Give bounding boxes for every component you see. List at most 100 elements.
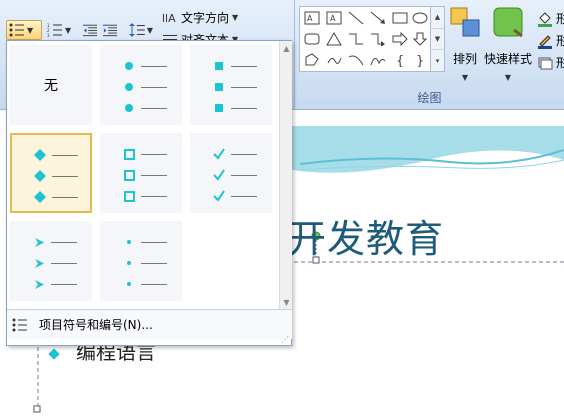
scroll-up-icon[interactable]: ▲: [431, 7, 444, 29]
hollow-square-bullet-icon: [121, 148, 137, 160]
filled-square-bullet-icon: [211, 61, 227, 71]
filled-square-bullet-icon: [211, 82, 227, 92]
bullet-style-checkmark[interactable]: [190, 133, 272, 213]
resize-grip-icon[interactable]: ⋰: [281, 335, 289, 344]
numbering-icon: 123: [47, 23, 62, 37]
right-arrow-shape-icon[interactable]: [390, 30, 410, 48]
filled-circle-bullet-icon: [121, 61, 137, 71]
svg-text:}: }: [416, 54, 424, 67]
curve-shape-icon[interactable]: [346, 51, 366, 69]
increase-indent-button[interactable]: [100, 20, 120, 40]
drawing-group-label: 绘图: [417, 91, 442, 105]
bullet-style-filled-diamond[interactable]: [10, 133, 92, 213]
shape-outline-label: 形: [556, 34, 564, 48]
vertical-text-box-icon[interactable]: A: [324, 9, 344, 27]
oval-shape-icon[interactable]: [410, 9, 430, 27]
bullet-style-arrowhead[interactable]: [10, 221, 92, 301]
checkmark-bullet-icon: [211, 148, 227, 160]
arc-shape-icon[interactable]: [368, 51, 388, 69]
chevron-down-icon[interactable]: ▼: [147, 26, 153, 35]
text-direction-button[interactable]: llA 文字方向 ▼: [162, 9, 238, 26]
shape-fill-label: 形: [556, 12, 564, 26]
chevron-down-icon: ▼: [461, 73, 469, 82]
small-dot-bullet-icon: [121, 239, 137, 245]
bullets-gallery: 无: [7, 41, 279, 309]
freeform-shape-icon[interactable]: [302, 51, 322, 69]
scroll-up-icon[interactable]: ▲: [280, 41, 293, 55]
arrange-button[interactable]: 排列 ▼: [445, 6, 485, 82]
arrange-label: 排列: [452, 52, 477, 66]
diamond-bullet-icon: [32, 170, 48, 182]
bullets-icon: [7, 318, 33, 332]
svg-text:3: 3: [47, 33, 50, 37]
bullets-icon: [9, 23, 24, 37]
bullet-none-label: 无: [44, 78, 58, 94]
numbering-button[interactable]: 123 ▼: [44, 20, 76, 40]
diamond-bullet-icon: [32, 191, 48, 203]
shape-effects-label: 形: [556, 56, 564, 70]
arrowhead-bullet-icon: [31, 237, 47, 248]
chevron-down-icon[interactable]: ▼: [27, 26, 33, 35]
scroll-down-icon[interactable]: ▼: [280, 295, 293, 309]
elbow-connector-icon[interactable]: [346, 30, 366, 48]
bullets-and-numbering-menu-item[interactable]: 项目符号和编号(N)...: [7, 309, 292, 339]
right-brace-icon[interactable]: }: [410, 51, 430, 69]
arrowhead-bullet-icon: [31, 258, 47, 269]
triangle-shape-icon[interactable]: [324, 30, 344, 48]
diamond-bullet-icon: [32, 149, 48, 161]
text-direction-icon: llA: [162, 12, 176, 25]
quick-styles-button[interactable]: 快速样式 ▼: [481, 6, 535, 82]
down-arrow-shape-icon[interactable]: [410, 30, 430, 48]
shapes-gallery[interactable]: A A { }: [299, 6, 431, 72]
rounded-rectangle-icon[interactable]: [302, 30, 322, 48]
quick-styles-icon: [493, 7, 523, 38]
arrowhead-bullet-icon: [31, 279, 47, 290]
chevron-down-icon: ▼: [504, 73, 512, 82]
bullets-gallery-scrollbar[interactable]: ▲ ▼: [279, 41, 292, 309]
shape-outline-button[interactable]: 形: [537, 32, 564, 49]
checkmark-bullet-icon: [211, 169, 227, 181]
svg-text:{: {: [396, 54, 404, 67]
drawing-group: A A { } ▲ ▼ ▾ 排列 ▼ 快速样式 ▼ 形 形 形 绘图: [294, 0, 564, 110]
svg-text:A: A: [307, 14, 313, 23]
text-box-icon[interactable]: A: [302, 9, 322, 27]
diamond-bullet-icon: [48, 347, 60, 360]
shapes-gallery-scrollbar[interactable]: ▲ ▼ ▾: [431, 6, 445, 72]
text-direction-label: 文字方向: [181, 11, 230, 25]
left-brace-icon[interactable]: {: [390, 51, 410, 69]
quick-styles-label: 快速样式: [483, 52, 532, 66]
arrow-line-icon[interactable]: [368, 9, 388, 27]
scribble-shape-icon[interactable]: [324, 51, 344, 69]
bullet-style-small-dot[interactable]: [100, 221, 182, 301]
filled-circle-bullet-icon: [121, 103, 137, 113]
scroll-down-icon[interactable]: ▼: [431, 29, 444, 51]
bullet-style-none[interactable]: 无: [10, 45, 92, 125]
decrease-indent-icon: [83, 24, 97, 37]
slide-title[interactable]: 开发教育: [288, 208, 444, 263]
gallery-expand-icon[interactable]: ▾: [431, 50, 444, 71]
filled-circle-bullet-icon: [121, 82, 137, 92]
increase-indent-icon: [103, 24, 117, 37]
chevron-down-icon: ▼: [232, 13, 239, 22]
arrange-icon: [450, 7, 480, 37]
line-shape-icon[interactable]: [346, 9, 366, 27]
filled-square-bullet-icon: [211, 103, 227, 113]
rectangle-shape-icon[interactable]: [390, 9, 410, 27]
chevron-down-icon[interactable]: ▼: [65, 26, 71, 35]
line-spacing-button[interactable]: ▼: [126, 20, 156, 40]
bullets-dropdown: 无 ▲ ▼ 项目符号和编号(N)... ⋰: [6, 40, 292, 346]
bullet-style-filled-round[interactable]: [100, 45, 182, 125]
bullets-button[interactable]: ▼: [6, 20, 42, 40]
small-dot-bullet-icon: [121, 281, 137, 287]
elbow-arrow-connector-icon[interactable]: [368, 30, 388, 48]
bullet-style-hollow-square[interactable]: [100, 133, 182, 213]
bullet-style-filled-square[interactable]: [190, 45, 272, 125]
pencil-icon: [538, 34, 552, 49]
small-dot-bullet-icon: [121, 260, 137, 266]
bullets-and-numbering-label: 项目符号和编号(N)...: [39, 318, 153, 332]
line-spacing-icon: [129, 23, 145, 37]
decrease-indent-button[interactable]: [80, 20, 100, 40]
shape-effects-button[interactable]: 形: [537, 54, 564, 71]
hollow-square-bullet-icon: [121, 190, 137, 202]
shape-fill-button[interactable]: 形: [537, 10, 564, 27]
